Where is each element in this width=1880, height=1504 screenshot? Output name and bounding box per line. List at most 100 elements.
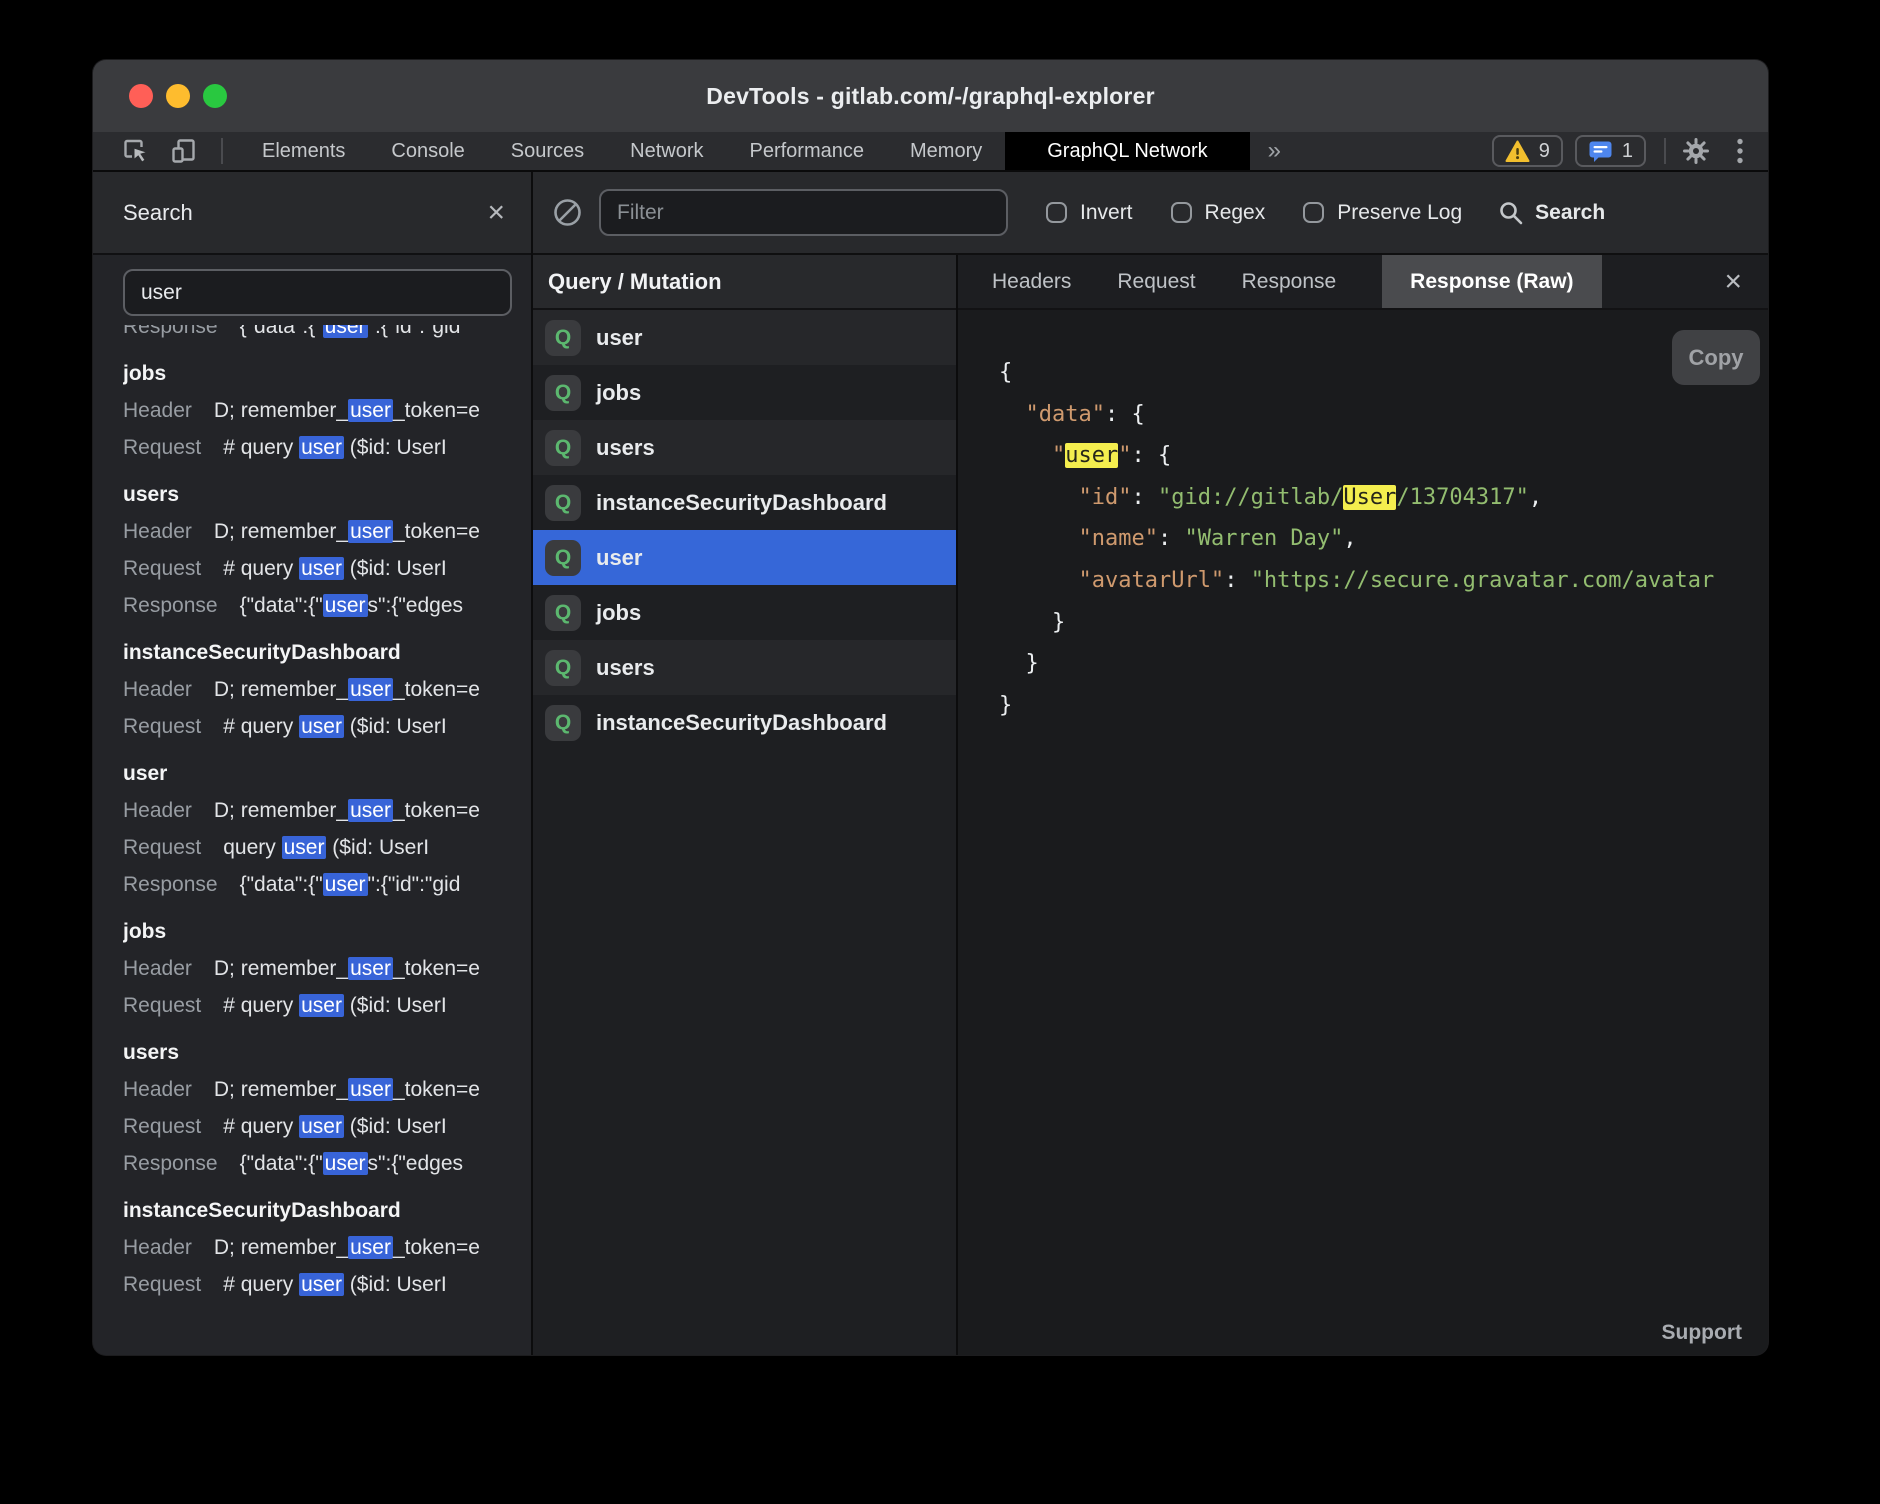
checkbox-regex[interactable]: Regex [1171,201,1266,225]
search-result-line[interactable]: HeaderD; remember_user_token=e [123,950,531,987]
text-segment: ":{"id":"gid [368,873,461,896]
text-segment: _token=e [393,1078,480,1101]
text-segment [999,526,1078,551]
query-list-item-label: instanceSecurityDashboard [596,710,887,736]
query-list-item-label: jobs [596,600,641,626]
maximize-window-button[interactable] [203,84,227,108]
response-tab-response[interactable]: Response [1242,270,1337,294]
query-list-item[interactable]: Qusers [533,420,956,475]
titlebar: DevTools - gitlab.com/-/graphql-explorer [93,60,1768,132]
match-highlight: user [323,873,368,896]
response-tab-response-raw-[interactable]: Response (Raw) [1382,255,1601,308]
query-list-item-label: user [596,325,642,351]
search-result-group-title: jobs [123,355,531,392]
devtools-tab-console[interactable]: Console [368,132,487,170]
query-list-item[interactable]: Qjobs [533,585,956,640]
search-result-group: usersHeaderD; remember_user_token=eReque… [123,1034,531,1182]
search-panel: Search × Response{"data":{"user":{"id":"… [93,172,533,1355]
json-line: "id": "gid://gitlab/User/13704317", [999,477,1768,519]
support-link[interactable]: Support [1662,1321,1742,1345]
text-segment [999,443,1052,468]
search-result-line[interactable]: HeaderD; remember_user_token=e [123,513,531,550]
filter-search-toggle[interactable]: Search [1498,200,1605,226]
response-tab-headers[interactable]: Headers [992,270,1071,294]
search-result-line[interactable]: Request# query user ($id: UserI [123,429,531,466]
search-result-label: Request [123,557,201,580]
text-segment: "gid://gitlab/ [1158,485,1343,510]
devtools-tab-memory[interactable]: Memory [887,132,1005,170]
search-result-line[interactable]: Response{"data":{"user":{"id":"gid [123,866,531,903]
query-list-item[interactable]: QinstanceSecurityDashboard [533,695,956,750]
json-line: { [999,352,1768,394]
settings-gear-icon[interactable] [1682,137,1710,165]
checkbox-box-preserve-log[interactable] [1303,202,1324,223]
search-result-line[interactable]: HeaderD; remember_user_token=e [123,792,531,829]
close-window-button[interactable] [129,84,153,108]
query-list-item[interactable]: QinstanceSecurityDashboard [533,475,956,530]
text-segment: : { [1131,443,1171,468]
query-list-item[interactable]: Qjobs [533,365,956,420]
text-segment: _token=e [393,520,480,543]
text-segment [999,568,1078,593]
search-result-line[interactable]: Request# query user ($id: UserI [123,708,531,745]
search-close-icon[interactable]: × [487,198,505,228]
search-result-line[interactable]: HeaderD; remember_user_token=e [123,1071,531,1108]
search-panel-header: Search × [93,172,531,255]
search-result-line[interactable]: Requestquery user ($id: UserI [123,829,531,866]
search-result-label: Response [123,325,218,338]
text-segment: s":{"edges [368,1152,463,1175]
devtools-tab-network[interactable]: Network [607,132,726,170]
match-highlight: user [323,325,368,338]
search-input[interactable] [123,269,512,316]
search-result-line[interactable]: HeaderD; remember_user_token=e [123,392,531,429]
clear-icon[interactable] [551,197,583,229]
query-list-item[interactable]: Qusers [533,640,956,695]
search-result-line[interactable]: Request# query user ($id: UserI [123,1266,531,1303]
issues-badge[interactable]: 9 [1492,135,1563,167]
search-result-line[interactable]: Response{"data":{"users":{"edges [123,587,531,624]
minimize-window-button[interactable] [166,84,190,108]
response-tab-request[interactable]: Request [1117,270,1195,294]
devtools-tab-sources[interactable]: Sources [488,132,607,170]
search-result-group: instanceSecurityDashboardHeaderD; rememb… [123,1192,531,1303]
checkbox-preserve-log[interactable]: Preserve Log [1303,201,1462,225]
devtools-tab-performance[interactable]: Performance [727,132,888,170]
search-result-line[interactable]: Request# query user ($id: UserI [123,1108,531,1145]
query-mutation-list: QuserQjobsQusersQinstanceSecurityDashboa… [533,310,956,1355]
search-result-line[interactable]: Request# query user ($id: UserI [123,987,531,1024]
json-line: "user": { [999,435,1768,477]
query-list-item[interactable]: Quser [533,530,956,585]
response-close-icon[interactable]: × [1724,267,1742,297]
text-segment [999,485,1078,510]
devtools-tab-elements[interactable]: Elements [239,132,368,170]
search-result-line[interactable]: Request# query user ($id: UserI [123,550,531,587]
panes: Query / Mutation QuserQjobsQusersQinstan… [533,255,1768,1355]
more-tabs-icon[interactable]: » [1250,137,1299,165]
text-segment: # query [223,994,299,1017]
checkbox-invert[interactable]: Invert [1046,201,1133,225]
search-result-line[interactable]: HeaderD; remember_user_token=e [123,671,531,708]
device-toolbar-icon[interactable] [169,136,199,166]
query-list-item-label: instanceSecurityDashboard [596,490,887,516]
response-body: Copy { "data": { "user": { "id": "gid://… [958,310,1768,1355]
checkbox-box-regex[interactable] [1171,202,1192,223]
inspect-element-icon[interactable] [121,136,151,166]
devtools-tab-graphql-network[interactable]: GraphQL Network [1005,132,1249,170]
checkbox-box-invert[interactable] [1046,202,1067,223]
query-list-item-label: jobs [596,380,641,406]
text-segment: " [1052,443,1065,468]
search-result-line[interactable]: Response{"data":{"user":{"id":"gid [123,325,531,345]
messages-badge[interactable]: 1 [1575,135,1646,167]
kebab-menu-icon[interactable] [1736,137,1744,165]
search-result-group-title: instanceSecurityDashboard [123,1192,531,1229]
filter-input[interactable] [599,189,1008,236]
query-list-item[interactable]: Quser [533,310,956,365]
text-segment: ($id: UserI [344,436,447,459]
search-result-label: Header [123,957,192,980]
text-segment: # query [223,1273,299,1296]
query-type-badge: Q [545,540,581,576]
search-result-label: Request [123,1273,201,1296]
search-result-line[interactable]: HeaderD; remember_user_token=e [123,1229,531,1266]
search-result-label: Request [123,836,201,859]
search-result-line[interactable]: Response{"data":{"users":{"edges [123,1145,531,1182]
